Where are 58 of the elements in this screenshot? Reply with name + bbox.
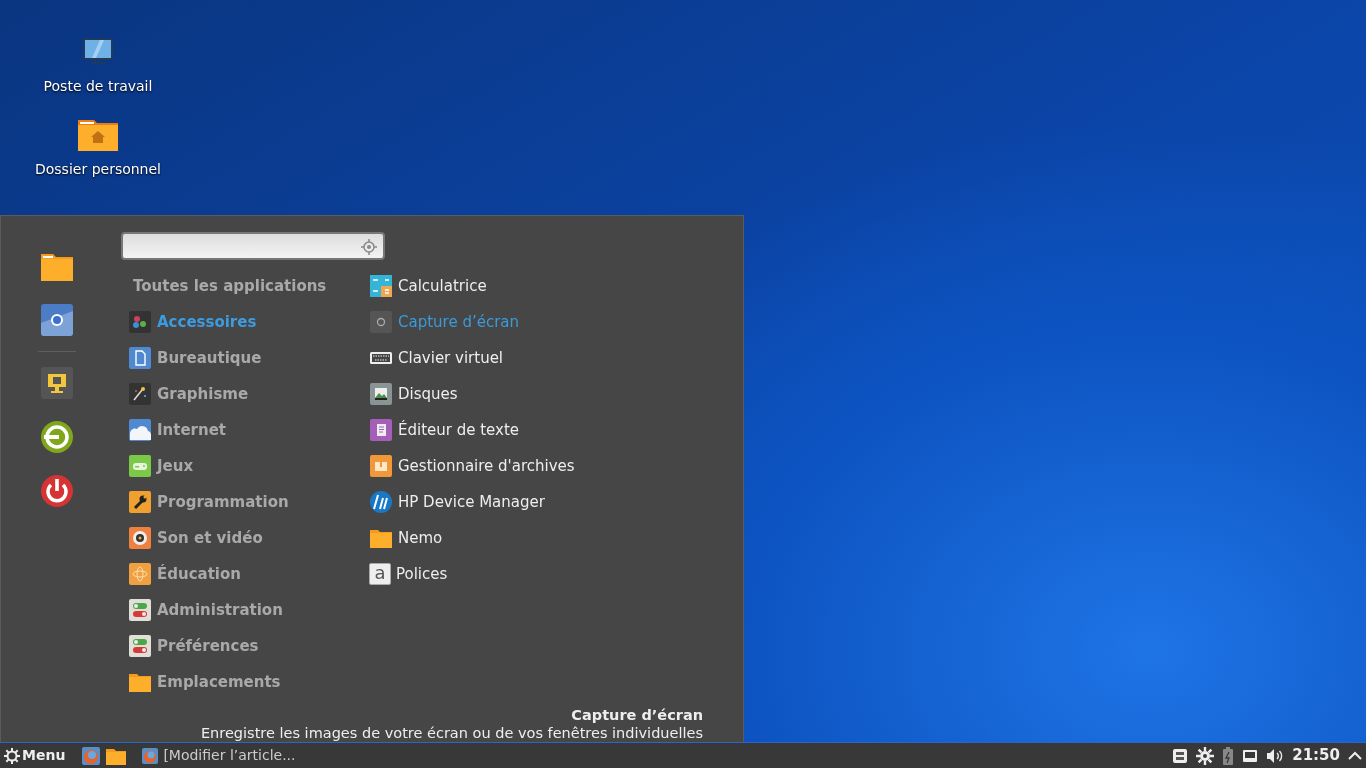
category-item[interactable]: Internet (128, 412, 369, 448)
menu-button[interactable]: Menu (0, 742, 74, 768)
toggles-icon (128, 634, 152, 658)
gear-icon (4, 747, 20, 764)
home-folder-icon (76, 117, 120, 153)
archive-icon (369, 454, 393, 478)
browser-icon (141, 746, 160, 765)
category-item[interactable]: Administration (128, 592, 369, 628)
category-item[interactable]: Préférences (128, 628, 369, 664)
app-title: Capture d’écran (570, 706, 703, 724)
settings-icon[interactable] (1196, 746, 1215, 765)
category-item[interactable]: Son et vidéo (128, 520, 369, 556)
wrench-icon (128, 490, 152, 514)
picture-icon (369, 382, 393, 406)
sparkle-icon (128, 382, 152, 406)
app-description: Enregistre les images de votre écran ou de vos fenêtres individuelles (200, 725, 703, 741)
circle-logo-icon (369, 490, 393, 514)
calculator-icon (369, 274, 393, 298)
text-editor-icon (369, 418, 393, 442)
category-item[interactable]: Toutes les applications (128, 268, 369, 304)
desktop-icon-label: Dossier personnel (35, 160, 161, 179)
power-icon (40, 474, 74, 508)
category-item[interactable]: Bureautique (128, 340, 369, 376)
volume-icon[interactable] (1266, 747, 1285, 764)
speaker-icon (128, 526, 152, 550)
toggles-icon (128, 598, 152, 622)
desktop-icon-label: Poste de travail (43, 77, 153, 96)
app-item[interactable]: Éditeur de texte (369, 412, 709, 448)
document-icon (128, 346, 152, 370)
search-icon (361, 239, 377, 255)
category-item[interactable]: Graphisme (128, 376, 369, 412)
app-item[interactable]: Clavier virtuel (369, 340, 709, 376)
search-field[interactable] (121, 232, 385, 260)
category-item[interactable]: Éducation (128, 556, 369, 592)
app-item[interactable]: Nemo (369, 520, 709, 556)
logout-icon (40, 420, 74, 454)
app-item[interactable]: a Polices (369, 556, 709, 592)
clock[interactable]: 21:50 (1292, 744, 1340, 767)
panel-icon[interactable] (1172, 747, 1189, 764)
app-item[interactable]: Disques (369, 376, 709, 412)
category-item[interactable]: Programmation (128, 484, 369, 520)
browser-icon[interactable] (81, 745, 102, 766)
chevron-up-icon[interactable] (1348, 750, 1362, 761)
desktop-icon[interactable]: Poste de travail (43, 34, 153, 97)
network-icon[interactable] (1242, 747, 1259, 764)
font-icon: a (369, 563, 391, 585)
window-button[interactable]: [Modifier l’article... (137, 742, 300, 768)
browser-icon (40, 303, 74, 337)
cloud-icon (128, 418, 152, 442)
category-item[interactable]: Emplacements (128, 664, 369, 700)
app-item[interactable]: Calculatrice (369, 268, 709, 304)
category-item[interactable]: Jeux (128, 448, 369, 484)
battery-icon[interactable] (1222, 746, 1235, 765)
app-item[interactable]: HP Device Manager (369, 484, 709, 520)
app-item[interactable]: Gestionnaire d'archives (369, 448, 709, 484)
camera-icon (369, 310, 393, 334)
atom-icon (128, 562, 152, 586)
desktop-icon[interactable]: Dossier personnel (35, 117, 161, 180)
